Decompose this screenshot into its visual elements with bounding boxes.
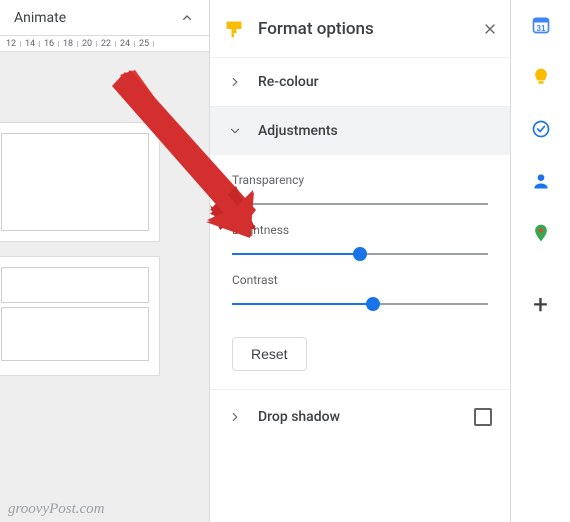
dropshadow-label: Drop shadow: [258, 409, 340, 425]
contrast-group: Contrast: [232, 273, 488, 305]
keep-icon[interactable]: [530, 66, 552, 88]
recolor-label: Re-colour: [258, 74, 319, 90]
brightness-group: Brightness: [232, 223, 488, 255]
brightness-fill: [232, 253, 360, 255]
contrast-slider[interactable]: [232, 303, 488, 305]
ruler: 1214161820222425: [0, 36, 209, 52]
brightness-thumb[interactable]: [353, 247, 367, 261]
transparency-slider[interactable]: [232, 203, 488, 205]
tasks-icon[interactable]: [530, 118, 552, 140]
side-rail: 31 +: [510, 0, 570, 522]
contacts-icon[interactable]: [530, 170, 552, 192]
watermark-text: groovyPost.com: [8, 501, 105, 518]
plus-icon[interactable]: +: [530, 294, 552, 316]
transparency-group: Transparency: [232, 173, 488, 205]
calendar-icon[interactable]: 31: [530, 14, 552, 36]
chevron-up-icon: [179, 10, 195, 26]
transparency-label: Transparency: [232, 173, 488, 187]
section-adjustments: Adjustments Transparency Brightness: [210, 107, 510, 390]
slide-canvas[interactable]: [0, 52, 209, 522]
slide-thumbnail[interactable]: [0, 122, 160, 242]
section-adjustments-head[interactable]: Adjustments: [210, 107, 510, 155]
brightness-label: Brightness: [232, 223, 488, 237]
panel-header: Format options: [210, 0, 510, 58]
contrast-label: Contrast: [232, 273, 488, 287]
section-dropshadow[interactable]: Drop shadow: [210, 390, 510, 444]
animate-label: Animate: [14, 10, 66, 26]
chevron-right-icon: [228, 410, 242, 424]
slide-thumbnail[interactable]: [0, 256, 160, 376]
contrast-thumb[interactable]: [366, 297, 380, 311]
section-recolor: Re-colour: [210, 58, 510, 107]
transparency-thumb[interactable]: [225, 197, 239, 211]
dropshadow-checkbox[interactable]: [474, 408, 492, 426]
section-recolor-head[interactable]: Re-colour: [210, 58, 510, 106]
animate-row[interactable]: Animate: [0, 0, 209, 36]
chevron-down-icon: [228, 124, 242, 138]
adjustments-label: Adjustments: [258, 123, 338, 139]
maps-icon[interactable]: [530, 222, 552, 244]
svg-text:31: 31: [536, 23, 546, 33]
contrast-fill: [232, 303, 373, 305]
panel-title: Format options: [258, 19, 468, 39]
reset-button[interactable]: Reset: [232, 337, 307, 371]
chevron-right-icon: [228, 75, 242, 89]
adjustments-body: Transparency Brightness Contrast: [210, 155, 510, 389]
close-icon[interactable]: [482, 21, 498, 37]
brightness-slider[interactable]: [232, 253, 488, 255]
format-icon: [224, 19, 244, 39]
format-options-panel: Format options Re-colour Adjustments Tra…: [210, 0, 510, 522]
